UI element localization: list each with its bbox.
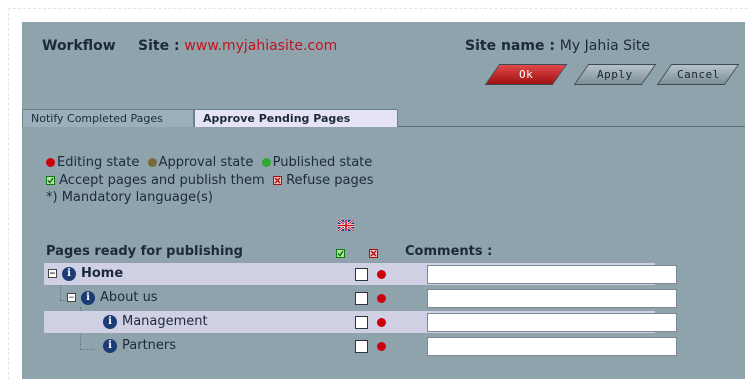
cancel-button[interactable]: Cancel [656,64,740,85]
comment-input[interactable] [427,265,677,284]
page-info-icon[interactable]: i [103,314,117,329]
cancel-button-label: Cancel [676,68,720,81]
publish-checkbox[interactable] [355,292,368,305]
workflow-panel: Workflow Site : www.myjahiasite.com Site… [22,22,745,379]
collapse-icon[interactable]: − [48,269,57,279]
row-label: − i About us [67,290,158,305]
site-name-label: Site name : [465,38,555,54]
row-label-text: Home [81,266,124,281]
row-label-text: Partners [122,338,177,353]
editing-state-icon [46,158,55,167]
apply-button[interactable]: Apply [573,64,657,85]
legend-approval: Approval state [158,155,254,170]
site-info: Site : www.myjahiasite.com [138,38,337,54]
editing-state-icon [377,294,386,303]
ok-button-label: Ok [518,68,534,81]
comment-input[interactable] [427,289,677,308]
site-url: www.myjahiasite.com [184,38,338,54]
legend-published: Published state [272,155,373,170]
legend-states: Editing state Approval state Published s… [46,155,372,170]
editing-state-icon [377,270,386,279]
row-label: i Partners [103,338,176,353]
refuse-icon [272,176,282,185]
published-state-icon [261,158,271,167]
legend-refuse: Refuse pages [286,173,374,188]
site-name-info: Site name : My Jahia Site [465,38,650,54]
table-row: − i About us [44,287,677,309]
accept-icon [46,176,55,185]
legend-mandatory: *) Mandatory language(s) [46,190,214,205]
frame-border-left [8,8,9,380]
comments-column-header: Comments : [405,244,493,259]
table-row: i Partners [44,335,677,357]
editing-state-icon [377,342,386,351]
pages-column-header: Pages ready for publishing [46,244,243,259]
row-label: − i Home [48,266,123,281]
table-row: i Management [44,311,677,333]
editing-state-icon [377,318,386,327]
refuse-column-icon [369,249,378,258]
uk-flag-icon [338,220,354,231]
publish-checkbox[interactable] [355,340,368,353]
frame-border-top [8,8,748,9]
publish-checkbox[interactable] [355,316,368,329]
legend-accept: Accept pages and publish them [59,173,265,188]
row-label-text: Management [122,314,208,329]
approval-state-icon [147,158,157,167]
comment-input[interactable] [427,337,677,356]
site-label: Site : [138,38,180,54]
page-info-icon[interactable]: i [81,290,95,305]
tab-approve-pending[interactable]: Approve Pending Pages [194,109,398,127]
row-label-text: About us [100,290,158,305]
tab-notify-completed[interactable]: Notify Completed Pages [22,109,194,127]
page-info-icon[interactable]: i [62,266,76,281]
workflow-title: Workflow [42,38,116,54]
page-info-icon[interactable]: i [103,338,117,353]
apply-button-label: Apply [597,68,633,81]
table-row: − i Home [44,263,677,285]
comment-input[interactable] [427,313,677,332]
legend-editing: Editing state [57,155,140,170]
row-label: i Management [103,314,208,329]
legend-actions: Accept pages and publish them Refuse pag… [46,173,373,188]
publish-checkbox[interactable] [355,268,368,281]
collapse-icon[interactable]: − [67,293,76,303]
accept-column-icon [336,249,345,258]
ok-button[interactable]: Ok [484,64,568,85]
site-name-value: My Jahia Site [559,38,650,54]
